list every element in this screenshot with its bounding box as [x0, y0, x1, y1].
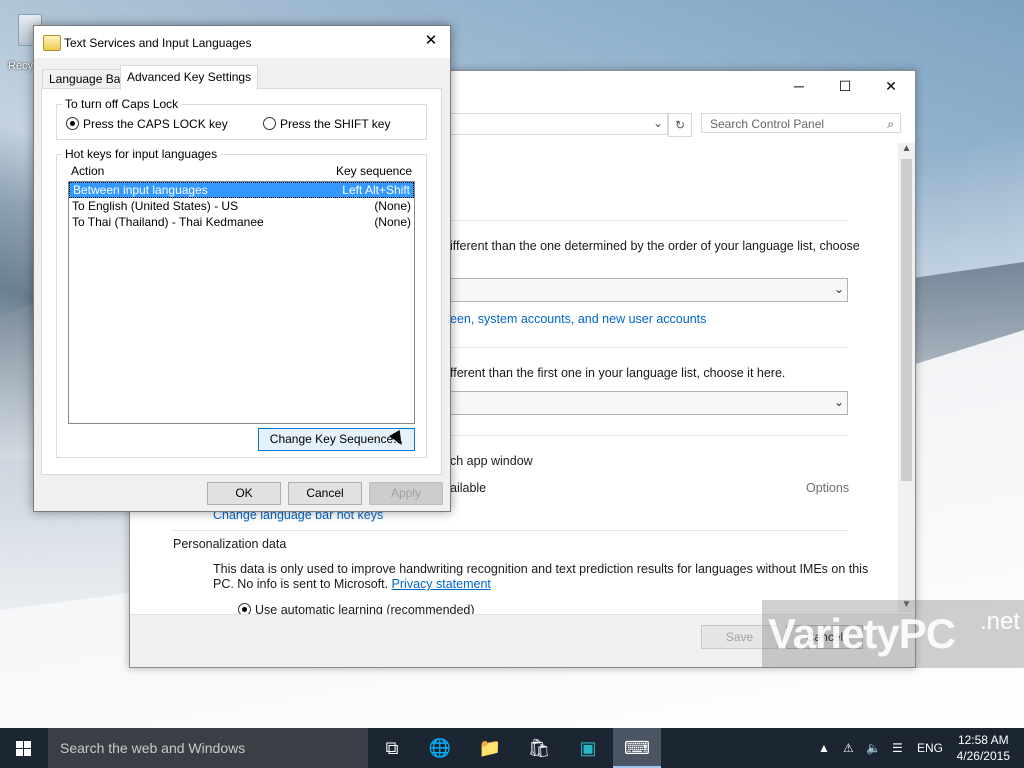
caps-lock-key-label: Press the CAPS LOCK key — [83, 117, 228, 131]
input-method-dropdown[interactable]: ⌄ — [450, 391, 848, 415]
shift-key-label: Press the SHIFT key — [280, 117, 391, 131]
build-info-line2: Evaluation copy. Build 10061 — [865, 713, 1019, 727]
dialog-titlebar[interactable]: Text Services and Input Languages ✕ — [34, 26, 450, 58]
taskbar: Search the web and Windows ⧉ 🌐 📁 🛍 ▣ ⌨ ▲… — [0, 728, 1024, 768]
hotkey-sequence: Left Alt+Shift — [342, 183, 410, 197]
privacy-statement-link[interactable]: Privacy statement — [392, 577, 491, 591]
personalization-text-line1: This data is only used to improve handwr… — [213, 562, 869, 576]
hotkey-action: To Thai (Thailand) - Thai Kedmanee — [72, 215, 264, 229]
volume-icon[interactable]: 🔈 — [866, 728, 881, 768]
override-input-text: fferent than the first one in your langu… — [450, 366, 786, 380]
options-link[interactable]: Options — [806, 481, 849, 495]
list-item[interactable]: To Thai (Thailand) - Thai Kedmanee (None… — [69, 214, 414, 230]
radio-selected-icon[interactable] — [66, 117, 79, 130]
column-header-action: Action — [71, 164, 105, 178]
scroll-thumb[interactable] — [901, 159, 912, 481]
keyboard-taskbar-icon[interactable]: ⌨ — [613, 728, 661, 768]
close-icon[interactable]: ✕ — [416, 26, 446, 56]
windows-logo-icon — [16, 741, 23, 748]
address-bar[interactable]: ⌄ — [430, 113, 668, 135]
tab-panel: To turn off Caps Lock Press the CAPS LOC… — [41, 88, 442, 475]
recycle-bin-label: Recy — [8, 60, 34, 72]
divider — [450, 435, 848, 436]
clock-time: 12:58 AM — [957, 733, 1009, 747]
hotkey-action: To English (United States) - US — [72, 199, 239, 213]
hot-keys-list[interactable]: Between input languages Left Alt+Shift T… — [68, 181, 415, 424]
chevron-down-icon: ⌄ — [833, 395, 844, 409]
maximize-button[interactable]: ☐ — [822, 71, 868, 101]
chevron-down-icon: ⌄ — [833, 282, 844, 296]
text-services-dialog: Text Services and Input Languages ✕ Lang… — [33, 25, 451, 512]
file-explorer-icon[interactable]: 📁 — [466, 728, 514, 768]
override-display-text: ifferent than the one determined by the … — [450, 239, 860, 253]
refresh-button[interactable]: ↻ — [668, 113, 692, 137]
caps-lock-group: To turn off Caps Lock Press the CAPS LOC… — [56, 97, 427, 140]
tab-language-bar[interactable]: Language Bar — [42, 69, 132, 89]
caps-lock-group-label: To turn off Caps Lock — [62, 97, 182, 111]
scroll-up-arrow-icon[interactable]: ▲ — [898, 143, 915, 157]
available-text: ailable — [450, 481, 487, 495]
display-language-dropdown[interactable]: ⌄ — [450, 278, 848, 302]
start-button[interactable] — [0, 728, 48, 768]
personalization-text-line2-label: PC. No info is sent to Microsoft. — [213, 577, 389, 591]
apply-settings-link[interactable]: een, system accounts, and new user accou… — [450, 312, 706, 326]
internet-explorer-icon[interactable]: 🌐 — [416, 728, 464, 768]
cancel-button[interactable]: Cancel — [288, 482, 362, 505]
clock-date: 4/26/2015 — [956, 749, 1010, 763]
personalization-heading: Personalization data — [173, 537, 287, 551]
task-view-icon[interactable]: ⧉ — [368, 728, 416, 768]
chevron-down-icon[interactable]: ⌄ — [653, 116, 663, 130]
store-icon[interactable]: 🛍 — [515, 728, 563, 768]
build-info-line1: Windows 10 Pro Technical Preview — [832, 695, 1019, 709]
radio-unselected-icon[interactable] — [263, 117, 276, 130]
taskbar-search-placeholder: Search the web and Windows — [60, 740, 246, 756]
divider — [450, 220, 848, 221]
watermark-text: VarietyPC — [768, 610, 956, 657]
taskbar-search-box[interactable]: Search the web and Windows — [48, 728, 368, 768]
hotkey-sequence: (None) — [374, 215, 411, 229]
input-language-indicator[interactable]: ENG — [917, 728, 943, 768]
column-header-key-sequence: Key sequence — [335, 164, 412, 178]
list-item[interactable]: Between input languages Left Alt+Shift — [69, 182, 414, 198]
apply-button[interactable]: Apply — [369, 482, 443, 505]
clock[interactable]: 12:58 AM 4/26/2015 — [957, 732, 1010, 764]
control-panel-taskbar-icon[interactable]: ▣ — [564, 728, 612, 768]
divider — [450, 347, 848, 348]
keyboard-icon — [43, 35, 61, 51]
minimize-button[interactable]: ─ — [776, 71, 822, 101]
refresh-icon: ↻ — [674, 118, 686, 132]
action-center-icon[interactable]: ☰ — [892, 728, 903, 768]
dialog-title: Text Services and Input Languages — [64, 36, 252, 50]
search-control-panel-input[interactable]: Search Control Panel ⌕ — [701, 113, 901, 133]
list-item[interactable]: To English (United States) - US (None) — [69, 198, 414, 214]
search-icon[interactable]: ⌕ — [887, 114, 894, 134]
app-window-text: ch app window — [450, 454, 533, 468]
watermark: VarietyPC .net — [762, 600, 1024, 668]
personalization-text-line2: PC. No info is sent to Microsoft. Privac… — [213, 577, 491, 591]
shift-key-radio[interactable]: Press the SHIFT key — [263, 117, 390, 131]
divider — [173, 530, 848, 531]
hot-keys-group-label: Hot keys for input languages — [62, 147, 221, 161]
vertical-scrollbar[interactable]: ▲ ▼ — [898, 143, 915, 613]
hotkey-action: Between input languages — [73, 183, 208, 197]
hot-keys-group: Hot keys for input languages Action Key … — [56, 147, 427, 458]
tab-advanced-key-settings[interactable]: Advanced Key Settings — [120, 65, 259, 90]
search-placeholder: Search Control Panel — [710, 117, 825, 131]
ok-button[interactable]: OK — [207, 482, 281, 505]
show-hidden-icons-icon[interactable]: ▲ — [818, 728, 830, 768]
caps-lock-key-radio[interactable]: Press the CAPS LOCK key — [66, 117, 228, 131]
hotkey-sequence: (None) — [374, 199, 411, 213]
network-icon[interactable]: ⚠ — [843, 728, 854, 768]
close-button[interactable]: ✕ — [868, 71, 914, 101]
watermark-suffix: .net — [979, 608, 1020, 635]
